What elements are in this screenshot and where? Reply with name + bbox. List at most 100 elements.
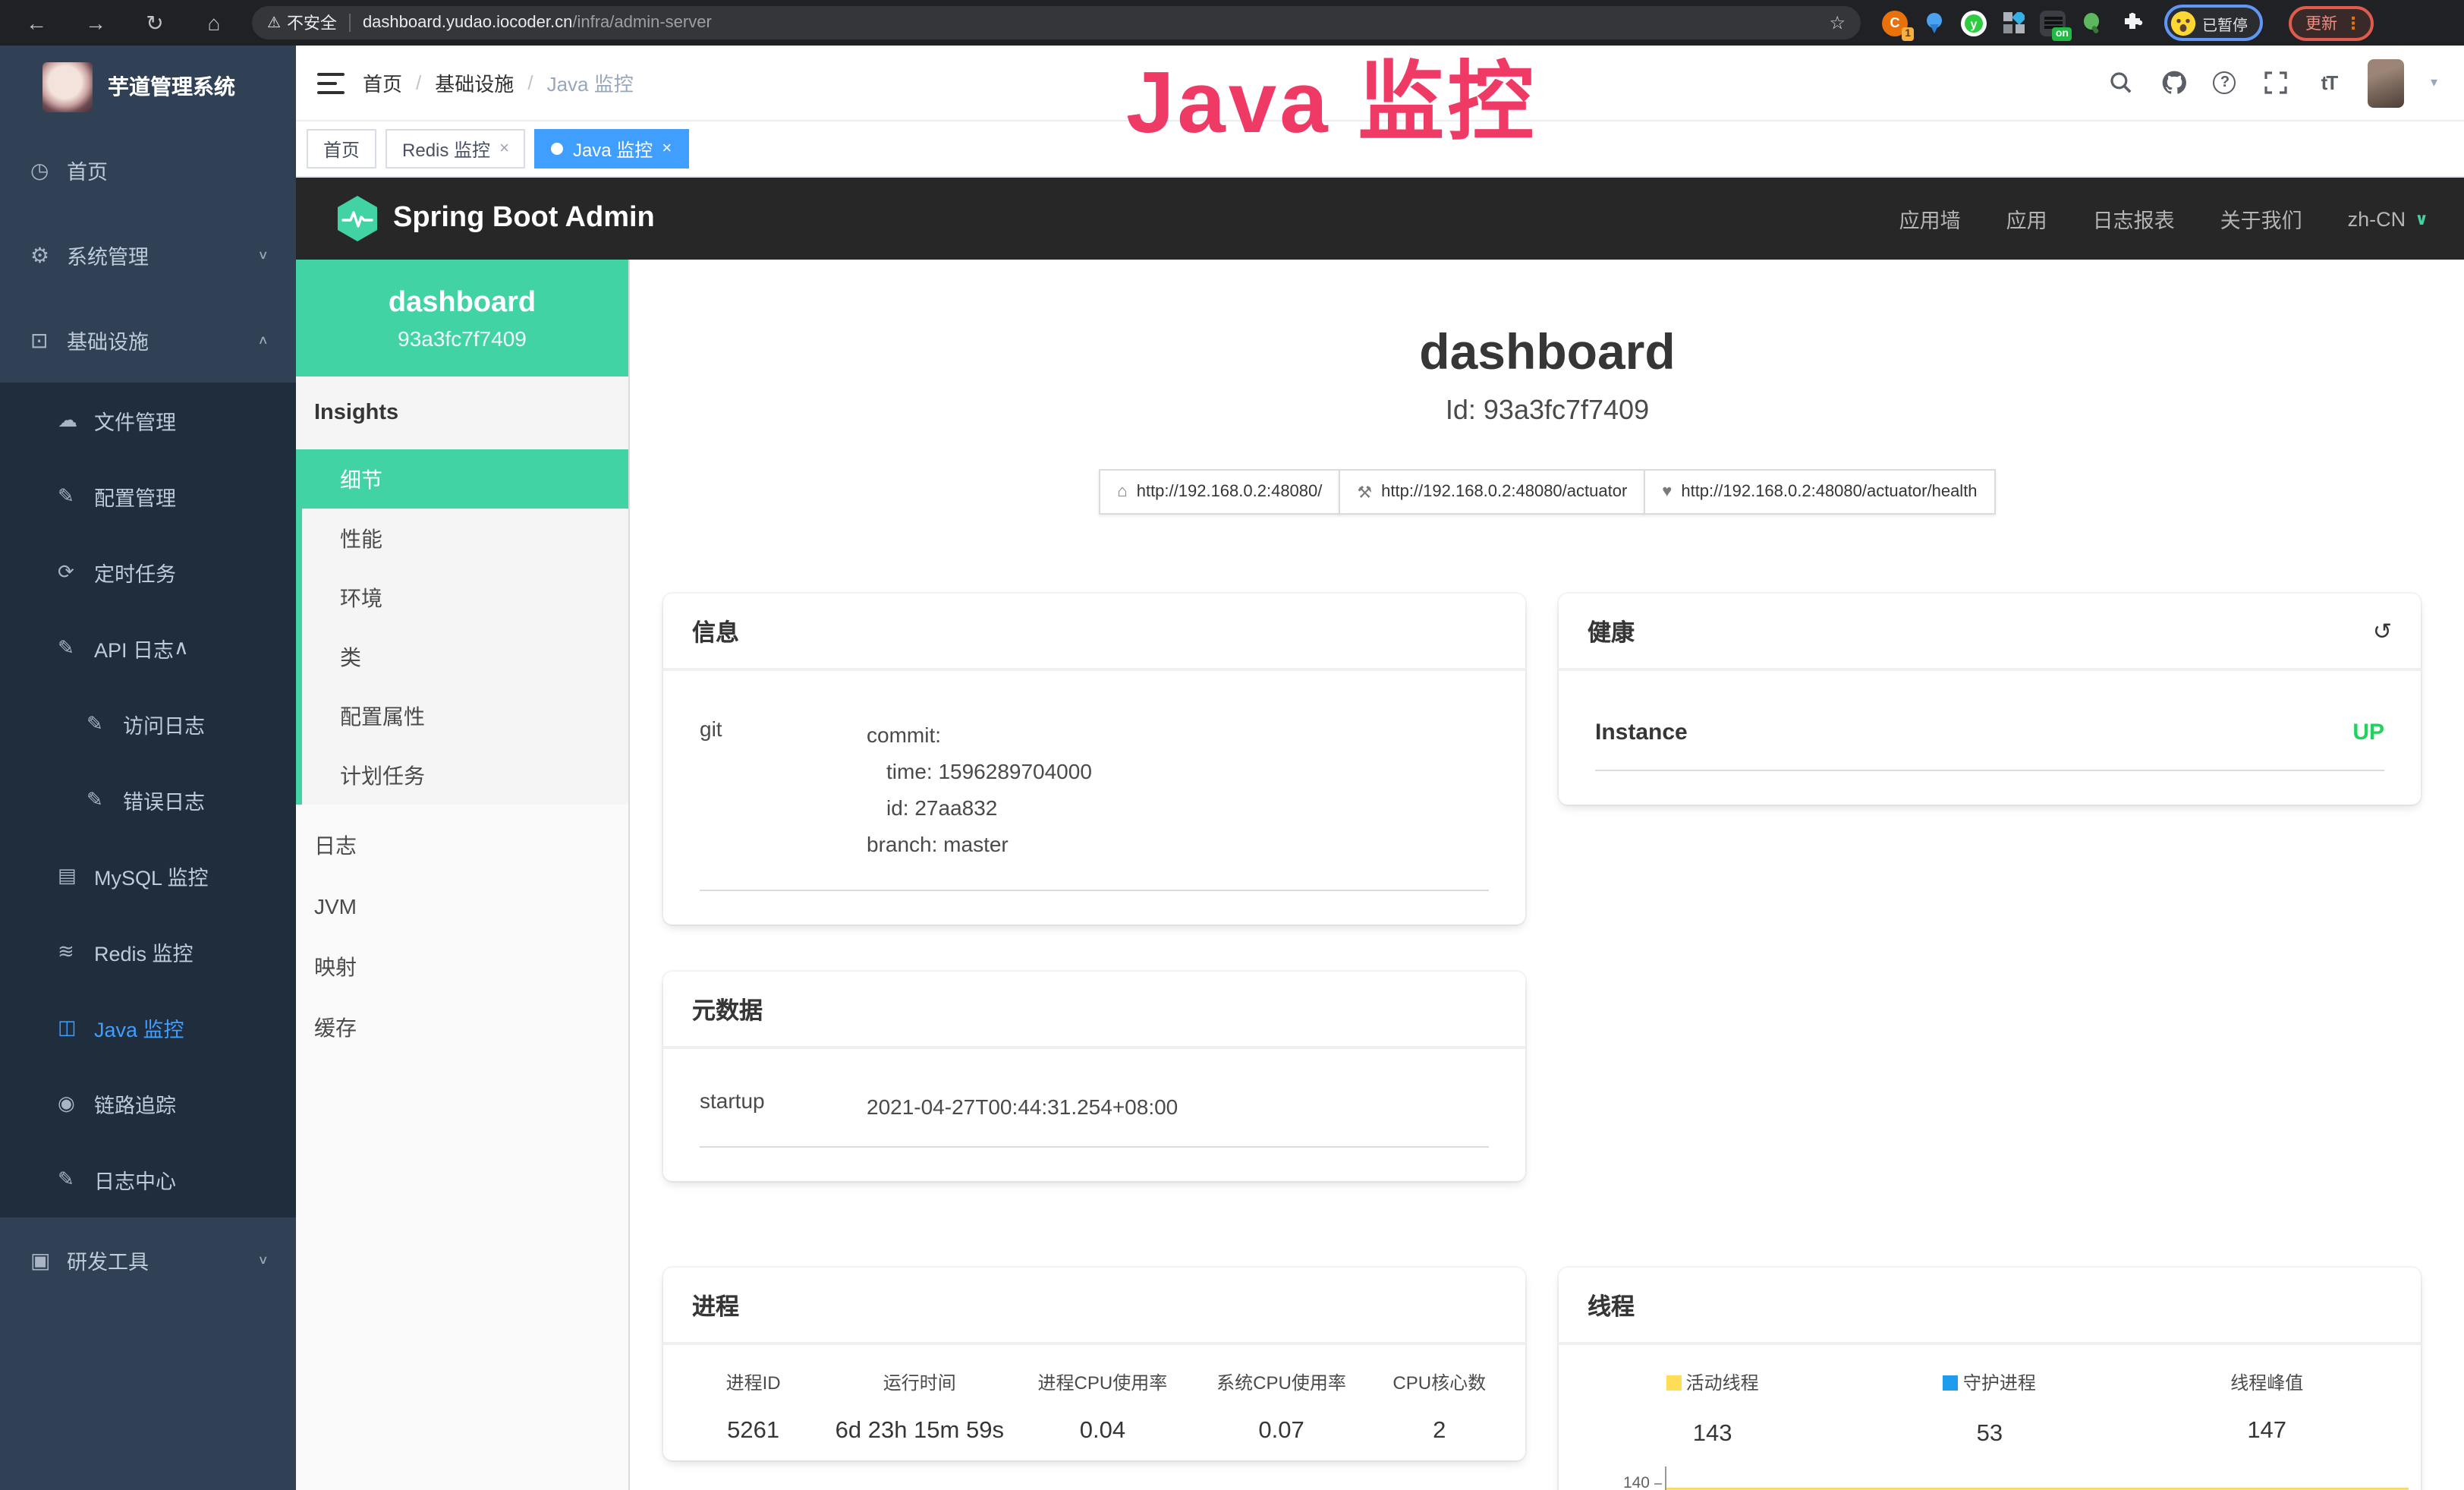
browser-profile-chip[interactable]: 已暂停 (2164, 5, 2263, 41)
profile-paused-label: 已暂停 (2202, 11, 2248, 34)
instance-header[interactable]: dashboard 93a3fc7f7409 (296, 260, 628, 376)
browser-update-button[interactable]: 更新 ⋮ (2289, 5, 2374, 40)
stat-value: 143 (1574, 1420, 1851, 1447)
layers-icon: ≋ (58, 940, 94, 964)
sidebar-item-label: 错误日志 (123, 785, 205, 815)
menu-item-metrics[interactable]: 性能 (302, 509, 628, 568)
info-git-row: git commit: time: 1596289704000 id: 27aa… (700, 686, 1489, 891)
sidebar-item-log-center[interactable]: ✎ 日志中心 (0, 1142, 296, 1218)
sidebar-item-system[interactable]: ⚙ 系统管理 ∨ (0, 213, 296, 298)
extension-y-icon[interactable]: y (1961, 10, 1987, 36)
git-branch: branch: master (867, 826, 1092, 862)
service-url-link[interactable]: ⌂ http://192.168.0.2:48080/ (1099, 469, 1340, 515)
sidebar-item-label: 配置管理 (94, 481, 176, 512)
browser-home-icon[interactable]: ⌂ (193, 0, 235, 46)
threads-card-title: 线程 (1588, 1289, 1635, 1322)
app-logo (42, 61, 93, 112)
sidebar-toggle-icon[interactable] (317, 72, 345, 93)
extension-on-icon[interactable]: on (2040, 10, 2066, 36)
user-avatar[interactable] (2368, 58, 2405, 107)
sidebar-item-api-log[interactable]: ✎ API 日志 ∧ (0, 610, 296, 686)
browser-reload-icon[interactable]: ↻ (134, 0, 176, 46)
history-icon[interactable]: ↺ (2373, 618, 2392, 645)
sba-nav-applications[interactable]: 应用 (2006, 203, 2047, 234)
menu-item-configprops[interactable]: 配置属性 (302, 686, 628, 745)
close-icon[interactable]: × (662, 140, 672, 158)
extension-grid-icon[interactable] (2000, 10, 2026, 36)
sidebar-item-label: 链路追踪 (94, 1088, 176, 1119)
sba-language-select[interactable]: zh-CN ∨ (2348, 207, 2428, 230)
stat-value: 0.04 (1011, 1418, 1194, 1445)
extension-c-icon[interactable]: C 1 (1882, 10, 1908, 36)
extension-pin-icon[interactable] (1921, 10, 1947, 36)
browser-menu-icon[interactable]: ⋮ (2345, 13, 2362, 33)
breadcrumb-home[interactable]: 首页 (363, 68, 402, 97)
menu-item-details[interactable]: 细节 (302, 449, 628, 509)
sidebar-item-label: MySQL 监控 (94, 861, 209, 891)
sidebar-item-devtools[interactable]: ▣ 研发工具 ∨ (0, 1218, 296, 1303)
help-icon[interactable]: ? (2214, 71, 2236, 94)
sba-brand[interactable]: Spring Boot Admin (337, 196, 655, 241)
actuator-url-link[interactable]: ⚒ http://192.168.0.2:48080/actuator (1339, 469, 1645, 515)
home-icon: ⌂ (1117, 483, 1127, 501)
instance-links: ⌂ http://192.168.0.2:48080/ ⚒ http://192… (630, 469, 2464, 515)
sba-nav-journal[interactable]: 日志报表 (2093, 203, 2175, 234)
close-icon[interactable]: × (499, 140, 509, 158)
menu-item-classes[interactable]: 类 (302, 627, 628, 686)
tab-redis[interactable]: Redis 监控 × (385, 129, 526, 169)
screen-icon: ◫ (58, 1016, 94, 1040)
fullscreen-icon[interactable] (2262, 69, 2289, 96)
address-bar[interactable]: ⚠ 不安全 dashboard.yudao.iocoder.cn /infra/… (252, 6, 1861, 39)
sidebar-item-java[interactable]: ◫ Java 监控 (0, 990, 296, 1066)
menu-item-scheduled[interactable]: 计划任务 (302, 745, 628, 805)
extension-leaf-icon[interactable] (2079, 10, 2105, 36)
sba-nav-wallboard[interactable]: 应用墙 (1899, 203, 1961, 234)
screen: ← → ↻ ⌂ ⚠ 不安全 dashboard.yudao.iocoder.cn… (0, 0, 2464, 1490)
not-secure-label[interactable]: 不安全 (287, 11, 337, 35)
tab-home[interactable]: 首页 (307, 129, 376, 169)
browser-back-icon[interactable]: ← (15, 0, 58, 46)
menu-item-jvm[interactable]: JVM (296, 876, 628, 937)
sidebar-item-redis[interactable]: ≋ Redis 监控 (0, 914, 296, 990)
app-logo-row[interactable]: 芋道管理系统 (0, 46, 296, 128)
chart-y-axis: 140 120 100 (1559, 1472, 1665, 1490)
sidebar-item-trace[interactable]: ◉ 链路追踪 (0, 1066, 296, 1142)
stat-value: 147 (2129, 1418, 2406, 1445)
avatar-caret-icon[interactable]: ▾ (2431, 74, 2437, 91)
breadcrumb-current: Java 监控 (547, 68, 634, 97)
menu-item-env[interactable]: 环境 (302, 568, 628, 627)
github-icon[interactable] (2160, 69, 2188, 96)
sidebar-item-home[interactable]: ◷ 首页 (0, 128, 296, 213)
stat-value: 2 (1369, 1418, 1510, 1445)
service-url: http://192.168.0.2:48080/ (1137, 483, 1323, 501)
tab-java[interactable]: Java 监控 × (535, 129, 688, 169)
profile-emoji-icon (2170, 10, 2196, 36)
menu-item-caches[interactable]: 缓存 (296, 997, 628, 1058)
tab-label: Redis 监控 (402, 136, 490, 162)
menu-item-mappings[interactable]: 映射 (296, 937, 628, 997)
font-size-icon[interactable]: tT (2315, 69, 2343, 96)
sba-logo-icon (337, 196, 378, 241)
sidebar-item-mysql[interactable]: ▤ MySQL 监控 (0, 838, 296, 914)
url-path: /infra/admin-server (572, 14, 711, 32)
extensions-puzzle-icon[interactable] (2119, 10, 2145, 36)
sidebar-item-job[interactable]: ⟳ 定时任务 (0, 534, 296, 610)
legend-live-swatch (1666, 1375, 1682, 1390)
health-instance-row[interactable]: Instance UP (1595, 686, 2384, 771)
health-url-link[interactable]: ♥ http://192.168.0.2:48080/actuator/heal… (1644, 469, 1995, 515)
sidebar-item-access-log[interactable]: ✎ 访问日志 (0, 686, 296, 762)
sba-nav-about[interactable]: 关于我们 (2220, 203, 2302, 234)
bookmark-star-icon[interactable]: ☆ (1829, 12, 1846, 33)
sidebar-item-infra[interactable]: ⊡ 基础设施 ∧ (0, 298, 296, 383)
sidebar-item-file[interactable]: ☁ 文件管理 (0, 383, 296, 458)
sidebar-item-error-log[interactable]: ✎ 错误日志 (0, 762, 296, 838)
menu-item-logfile[interactable]: 日志 (296, 815, 628, 876)
stat-header: 进程ID (678, 1369, 828, 1395)
active-dot (552, 143, 564, 155)
breadcrumb-infra[interactable]: 基础设施 (435, 68, 514, 97)
search-icon[interactable] (2107, 69, 2135, 96)
sidebar-item-config[interactable]: ✎ 配置管理 (0, 458, 296, 534)
stat-header: 进程CPU使用率 (1011, 1369, 1194, 1395)
metadata-card: 元数据 startup 2021-04-27T00:44:31.254+08:0… (663, 972, 1525, 1181)
browser-forward-icon[interactable]: → (74, 0, 117, 46)
